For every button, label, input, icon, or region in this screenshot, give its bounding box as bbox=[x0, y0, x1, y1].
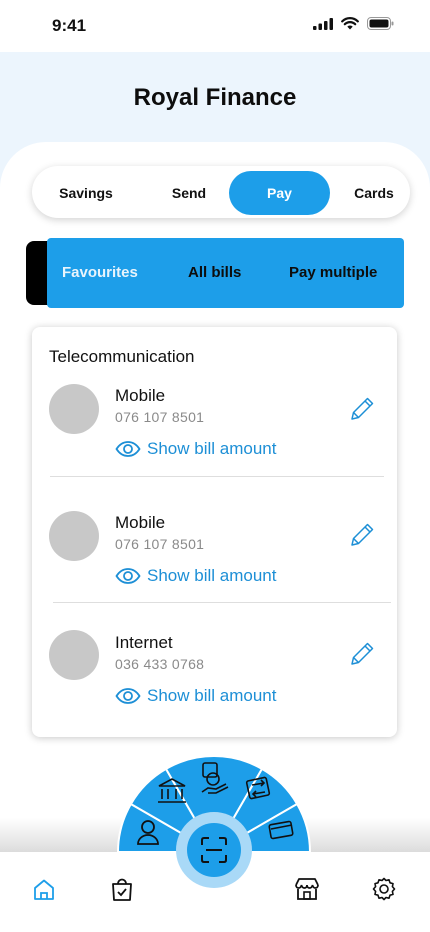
tab-cards[interactable]: Cards bbox=[336, 171, 412, 215]
bill-number: 076 107 8501 bbox=[115, 536, 205, 552]
bill-name: Mobile bbox=[115, 513, 166, 532]
show-bill-amount-label: Show bill amount bbox=[147, 439, 277, 458]
bill-item[interactable]: Mobile 076 107 8501 Show bill amount bbox=[32, 379, 397, 479]
show-bill-amount-label: Show bill amount bbox=[147, 566, 277, 585]
avatar bbox=[49, 630, 99, 680]
edit-pencil-icon[interactable] bbox=[348, 521, 376, 549]
avatar bbox=[49, 384, 99, 434]
bills-card: Telecommunication Mobile 076 107 8501 Sh… bbox=[32, 327, 397, 737]
show-bill-amount-link[interactable]: Show bill amount bbox=[115, 566, 276, 586]
edit-pencil-icon[interactable] bbox=[348, 640, 376, 668]
category-title: Telecommunication bbox=[49, 347, 195, 366]
home-icon[interactable] bbox=[32, 878, 56, 902]
tab-savings[interactable]: Savings bbox=[36, 171, 136, 215]
eye-icon bbox=[115, 568, 141, 584]
status-icons bbox=[313, 17, 394, 30]
status-time: 9:41 bbox=[52, 16, 87, 35]
tab-send[interactable]: Send bbox=[139, 171, 239, 215]
scan-button[interactable] bbox=[187, 823, 241, 877]
edit-pencil-icon[interactable] bbox=[348, 395, 376, 423]
page-title: Royal Finance bbox=[133, 84, 297, 111]
show-bill-amount-link[interactable]: Show bill amount bbox=[115, 439, 276, 459]
status-bar: 9:41 bbox=[0, 0, 430, 52]
avatar bbox=[49, 511, 99, 561]
settings-gear-icon[interactable] bbox=[372, 877, 396, 901]
battery-icon bbox=[367, 17, 394, 30]
bill-name: Internet bbox=[115, 633, 173, 652]
store-icon[interactable] bbox=[294, 877, 320, 901]
scan-icon bbox=[201, 837, 227, 863]
bill-number: 036 433 0768 bbox=[115, 656, 205, 672]
bill-number: 076 107 8501 bbox=[115, 409, 205, 425]
show-bill-amount-label: Show bill amount bbox=[147, 686, 277, 705]
tab-pay-multiple[interactable]: Pay multiple bbox=[289, 238, 377, 308]
tab-favourites[interactable]: Favourites bbox=[62, 238, 138, 308]
divider bbox=[50, 476, 384, 477]
shopping-bag-icon[interactable] bbox=[111, 876, 133, 902]
main-segmented-control: Savings Send Pay Cards bbox=[32, 166, 410, 218]
eye-icon bbox=[115, 441, 141, 457]
show-bill-amount-link[interactable]: Show bill amount bbox=[115, 686, 276, 706]
eye-icon bbox=[115, 688, 141, 704]
divider bbox=[53, 602, 391, 603]
tab-all-bills[interactable]: All bills bbox=[188, 238, 241, 308]
bill-tabs: Favourites All bills Pay multiple bbox=[47, 238, 404, 308]
bill-item[interactable]: Mobile 076 107 8501 Show bill amount bbox=[32, 506, 397, 606]
bill-item[interactable]: Internet 036 433 0768 Show bill amount bbox=[32, 626, 397, 726]
tab-pay[interactable]: Pay bbox=[229, 171, 330, 215]
wifi-icon bbox=[341, 17, 359, 30]
bill-name: Mobile bbox=[115, 386, 166, 405]
signal-icon bbox=[313, 17, 333, 30]
